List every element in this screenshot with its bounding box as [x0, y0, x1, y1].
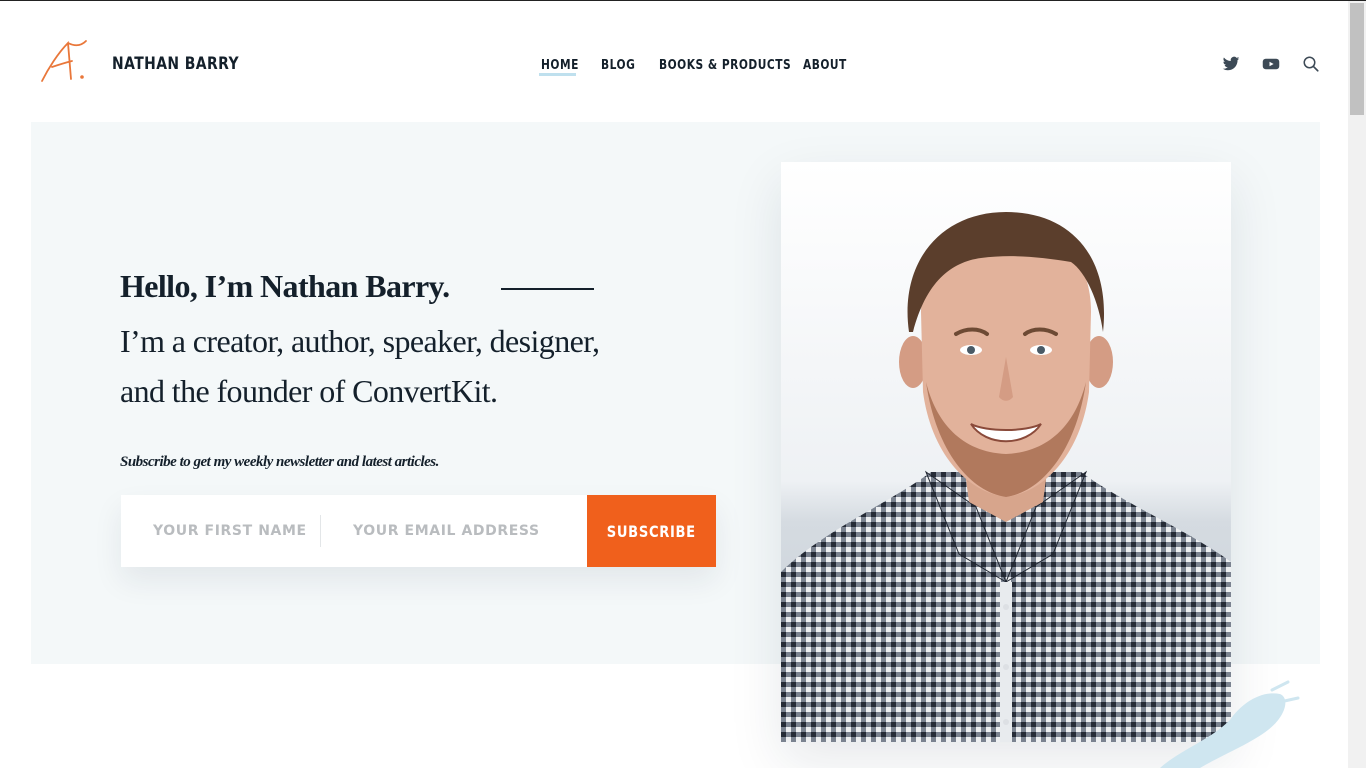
nav-item-blog[interactable]: BLOG — [601, 58, 635, 73]
hero-intro: I’m a creator, author, speaker, designer… — [120, 316, 680, 416]
site-header: NATHAN BARRY HOME BLOG BOOKS & PRODUCTS … — [0, 1, 1348, 122]
email-input[interactable] — [321, 495, 587, 567]
portrait-image — [781, 162, 1231, 742]
hero-intro-line-1: I’m a creator, author, speaker, designer… — [120, 323, 600, 359]
hero-intro-line-2: and the founder of ConvertKit. — [120, 373, 498, 409]
nav-item-books-products[interactable]: BOOKS & PRODUCTS — [659, 58, 791, 73]
portrait-photo — [781, 162, 1231, 742]
nav-item-about[interactable]: ABOUT — [803, 58, 847, 73]
youtube-icon[interactable] — [1262, 55, 1280, 73]
search-icon[interactable] — [1302, 55, 1320, 73]
nav-active-indicator — [539, 73, 576, 76]
newsletter-form: SUBSCRIBE — [121, 495, 716, 567]
subscribe-button-label: SUBSCRIBE — [606, 521, 697, 541]
decorative-paint-splash — [1160, 680, 1300, 768]
subscribe-button[interactable]: SUBSCRIBE — [587, 495, 716, 567]
subscribe-note: Subscribe to get my weekly newsletter an… — [120, 454, 439, 470]
twitter-icon[interactable] — [1222, 55, 1240, 73]
nav-item-home[interactable]: HOME — [541, 58, 579, 73]
vertical-scrollbar[interactable] — [1348, 1, 1366, 768]
hero-greeting: Hello, I’m Nathan Barry. — [120, 268, 450, 304]
scrollbar-thumb[interactable] — [1350, 3, 1364, 115]
first-name-input[interactable] — [121, 495, 320, 567]
greeting-rule-divider — [501, 288, 594, 290]
main-nav: HOME BLOG BOOKS & PRODUCTS ABOUT — [0, 58, 1348, 80]
